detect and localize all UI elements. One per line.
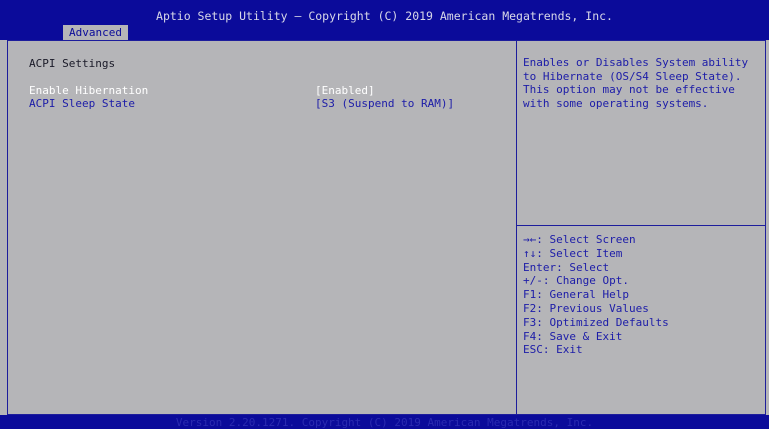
window-title: Aptio Setup Utility – Copyright (C) 2019…	[156, 9, 613, 23]
footer-bar: Version 2.20.1271. Copyright (C) 2019 Am…	[0, 415, 769, 429]
setting-acpi-sleep-state[interactable]: ACPI Sleep State [S3 (Suspend to RAM)]	[29, 97, 499, 111]
setting-value[interactable]: [S3 (Suspend to RAM)]	[315, 97, 454, 110]
key-select-item: ↑↓: Select Item	[523, 246, 623, 260]
key-select-screen: →←: Select Screen	[523, 233, 636, 246]
footer-text: Version 2.20.1271. Copyright (C) 2019 Am…	[175, 416, 594, 429]
key-esc: ESC: Exit	[523, 343, 583, 357]
title-bar: Aptio Setup Utility – Copyright (C) 2019…	[0, 0, 769, 40]
section-title: ACPI Settings	[29, 57, 116, 70]
setting-enable-hibernation[interactable]: Enable Hibernation [Enabled]	[29, 84, 499, 98]
key-change-opt: +/-: Change Opt.	[523, 274, 629, 288]
key-f1: F1: General Help	[523, 288, 629, 302]
key-enter: Enter: Select	[523, 260, 610, 274]
setting-label: ACPI Sleep State	[29, 97, 135, 110]
setting-label: Enable Hibernation	[29, 84, 149, 97]
key-legend: →←: Select Screen ↑↓: Select Item Enter:…	[523, 233, 759, 357]
key-f3: F3: Optimized Defaults	[523, 315, 669, 329]
vertical-divider	[516, 40, 517, 415]
setting-value[interactable]: [Enabled]	[315, 84, 375, 97]
tab-advanced[interactable]: Advanced	[63, 25, 128, 40]
key-f2: F2: Previous Values	[523, 301, 649, 315]
horizontal-divider	[517, 225, 766, 226]
key-f4: F4: Save & Exit	[523, 329, 623, 343]
help-text: Enables or Disables System ability to Hi…	[523, 56, 749, 110]
